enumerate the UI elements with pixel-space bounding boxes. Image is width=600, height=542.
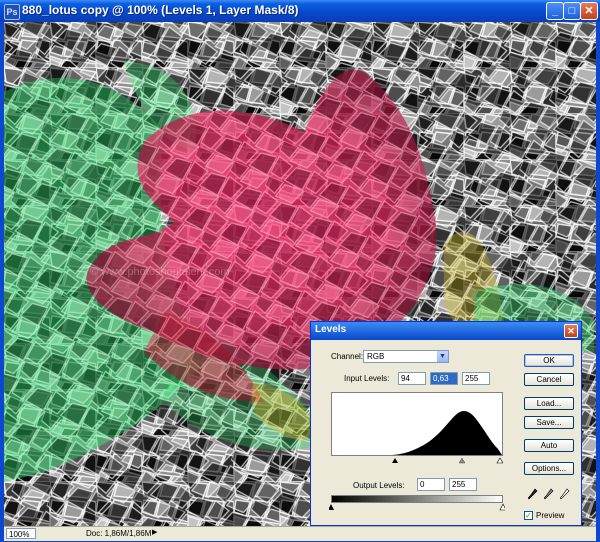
minimize-button[interactable]: _ <box>546 2 564 20</box>
gray-eyedropper-icon[interactable] <box>544 488 554 500</box>
ok-button[interactable]: OK <box>524 354 574 367</box>
document-window: Ps 880_lotus copy @ 100% (Levels 1, Laye… <box>0 0 600 542</box>
preview-checkbox[interactable]: ✓ <box>524 511 533 520</box>
output-white-handle <box>499 503 505 511</box>
zoom-field[interactable]: 100% <box>6 528 36 539</box>
auto-button[interactable]: Auto <box>524 439 574 452</box>
levels-dialog: Levels ✕ Channel: RGB ▼ Input Levels: 94… <box>310 321 582 526</box>
watermark-text: © www.photoshoptalent.com <box>90 266 230 278</box>
save-button[interactable]: Save... <box>524 416 574 429</box>
histogram-graph <box>332 411 502 455</box>
status-menu-arrow-icon[interactable]: ▶ <box>152 528 157 536</box>
doc-size-readout: Doc: 1,86M/1,86M <box>86 529 152 538</box>
channel-label: Channel: <box>331 352 364 361</box>
window-title: 880_lotus copy @ 100% (Levels 1, Layer M… <box>22 3 299 17</box>
levels-dialog-title: Levels <box>315 324 347 335</box>
chevron-down-icon[interactable]: ▼ <box>437 351 448 362</box>
cancel-button[interactable]: Cancel <box>524 373 574 386</box>
preview-label: Preview <box>536 511 565 520</box>
input-white-handle <box>496 457 504 464</box>
black-eyedropper-icon[interactable] <box>528 488 538 500</box>
input-gamma-field[interactable]: 0,63 <box>430 372 458 385</box>
input-slider[interactable] <box>331 456 504 468</box>
channel-select-value: RGB <box>367 352 385 361</box>
input-black-field[interactable]: 94 <box>398 372 426 385</box>
options-button[interactable]: Options... <box>524 462 574 475</box>
load-button[interactable]: Load... <box>524 397 574 410</box>
input-white-field[interactable]: 255 <box>462 372 490 385</box>
histogram <box>331 392 503 456</box>
output-gradient <box>331 495 503 503</box>
white-eyedropper-icon[interactable] <box>560 488 570 500</box>
photoshop-app-icon: Ps <box>4 4 20 20</box>
input-levels-label: Input Levels: <box>344 374 390 383</box>
output-slider[interactable] <box>329 503 505 511</box>
input-gamma-handle <box>458 457 466 464</box>
output-white-field[interactable]: 255 <box>449 478 477 491</box>
window-titlebar[interactable]: Ps 880_lotus copy @ 100% (Levels 1, Laye… <box>0 0 600 22</box>
output-black-field[interactable]: 0 <box>417 478 445 491</box>
maximize-button[interactable]: □ <box>563 2 581 20</box>
input-black-handle <box>392 458 398 463</box>
channel-select[interactable]: RGB ▼ <box>363 350 449 363</box>
levels-close-button[interactable]: ✕ <box>564 324 578 338</box>
output-levels-label: Output Levels: <box>353 481 405 490</box>
status-bar: 100% Doc: 1,86M/1,86M ▶ <box>4 526 596 541</box>
levels-dialog-titlebar[interactable]: Levels ✕ <box>311 322 581 340</box>
close-button[interactable]: ✕ <box>580 2 598 20</box>
output-black-handle <box>329 504 334 510</box>
